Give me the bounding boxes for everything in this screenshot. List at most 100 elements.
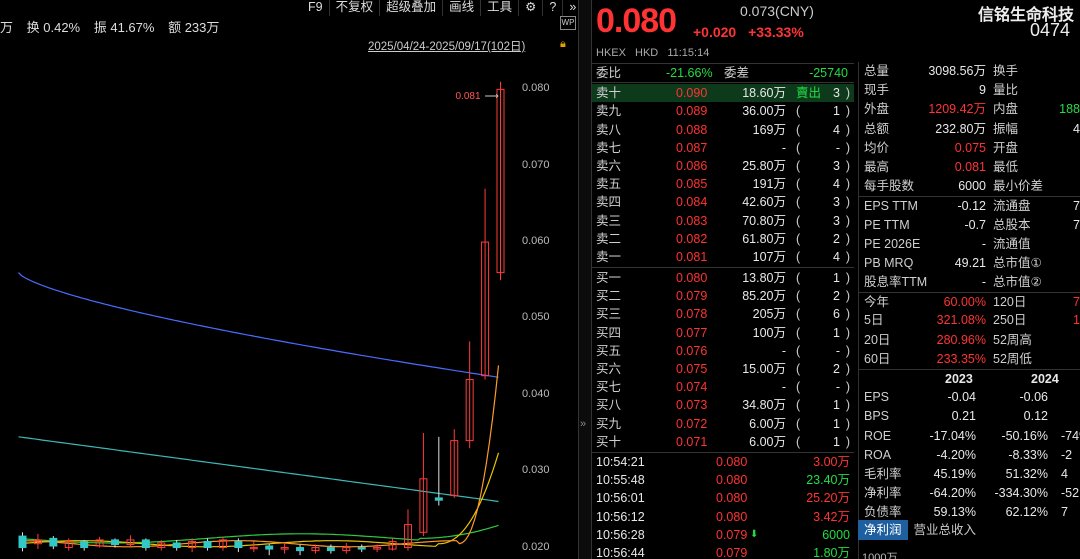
chart-stats-bar: 万 换 0.42% 振 41.67% 额 233万 (0, 17, 300, 35)
trade-row: 10:55:48 0.080 23.40万 (592, 471, 854, 489)
bid-level[interactable]: 买七 0.074-(-) (592, 378, 854, 396)
y-tick-label: 0.070 (522, 158, 550, 171)
lock-icon[interactable]: 🔒︎ (560, 38, 566, 51)
f9-button[interactable]: F9 (302, 0, 329, 16)
fin-label: 净利率 (864, 486, 902, 501)
bid-level[interactable]: 买六 0.075 15.00万 (2) (592, 360, 854, 378)
exchange: HKEX (596, 47, 626, 59)
candle (95, 536, 104, 548)
stat-row: EPS TTM -0.12 流通盘 7 (859, 196, 1080, 215)
ask-level[interactable]: 卖九 0.089 36.00万 (1) (592, 102, 854, 120)
bid-level[interactable]: 买三 0.078 205万 (6) (592, 305, 854, 323)
level-label: 买十 (596, 434, 622, 449)
candle (450, 429, 459, 498)
stat-row: 均价 0.075 开盘 (859, 139, 1080, 158)
ask-level[interactable]: 卖五 0.085 191万 (4) (592, 175, 854, 193)
fin-label: BPS (864, 409, 890, 424)
draw-button[interactable]: 画线 (442, 0, 480, 16)
stat-row: 每手股数 6000 最小价差 (859, 177, 1080, 196)
level-volume: 42.60万 (742, 195, 786, 210)
fin-row: ROA -4.20% -8.33% -2 (859, 446, 1080, 465)
level-volume: 36.00万 (742, 104, 786, 119)
level-label: 卖五 (596, 177, 622, 192)
level-count: 4 (833, 177, 840, 192)
stat-amount: 额 233万 (168, 20, 220, 35)
fin-tabs: 净利润 营业总收入 (858, 520, 982, 540)
trade-price: 0.080 (716, 491, 748, 506)
level-volume: 61.80万 (742, 231, 786, 246)
ask-level[interactable]: 卖一 0.081 107万 (4) (592, 248, 854, 266)
level-price: 0.086 (676, 158, 708, 173)
level-count: 3 (833, 213, 840, 228)
ask-level[interactable]: 卖四 0.084 42.60万 (3) (592, 193, 854, 211)
help-icon[interactable]: ? (542, 0, 562, 16)
tab-revenue[interactable]: 营业总收入 (908, 520, 983, 540)
level-tag: ( (796, 249, 801, 264)
ask-level[interactable]: 卖十 0.090 18.60万 賣出 3) (592, 84, 854, 103)
level-price: 0.079 (676, 289, 708, 304)
ask-level[interactable]: 卖三 0.083 70.80万 (3) (592, 212, 854, 230)
bid-level[interactable]: 买四 0.077 100万 (1) (592, 324, 854, 342)
price-change: +0.020 +33.33% (693, 24, 812, 40)
level-volume: 169万 (752, 122, 786, 137)
level-label: 买六 (596, 362, 622, 376)
stat-value-2: 7 (1073, 295, 1080, 310)
level-volume: 205万 (752, 307, 786, 322)
fin-year-2023: 2023 (945, 372, 973, 386)
no-adjust-button[interactable]: 不复权 (328, 0, 380, 16)
y-tick-label: 0.080 (522, 82, 550, 95)
date-range[interactable]: 2025/04/24-2025/09/17(102日) (368, 38, 525, 54)
trade-price: 0.080 (716, 455, 748, 469)
collapse-arrow-icon[interactable]: » (580, 418, 586, 430)
candle (465, 341, 474, 449)
trade-time: 10:56:12 (596, 509, 645, 524)
level-volume: 70.80万 (742, 213, 786, 228)
level-close-paren: ) (845, 380, 850, 395)
level-label: 卖一 (596, 249, 622, 264)
level-count: 1 (833, 271, 840, 286)
y-tick-label: 0.020 (522, 540, 550, 553)
level-close-paren: ) (845, 195, 850, 210)
fin-2024: -50.16% (1001, 428, 1048, 443)
stat-value: 60.00% (943, 295, 986, 310)
stat-label-2: 量比 (993, 83, 1019, 98)
level-tag: ( (796, 362, 801, 376)
level-close-paren: ) (845, 213, 850, 228)
level-volume: 107万 (752, 249, 786, 264)
tools-button[interactable]: 工具 (480, 0, 518, 16)
level-count: 4 (833, 122, 840, 137)
stat-label-2: 换手 (993, 64, 1019, 78)
level-close-paren: ) (845, 249, 850, 264)
stat-row: 股息率TTM - 总市值② (859, 273, 1080, 292)
ask-level[interactable]: 卖七 0.087-(-) (592, 139, 854, 157)
fin-row: EPS -0.04 -0.06 (859, 388, 1080, 407)
stat-row: 现手 9 量比 (859, 81, 1080, 100)
level-volume: 100万 (752, 325, 786, 340)
stat-value-2: 7 (1073, 199, 1080, 214)
bid-level[interactable]: 买一 0.080 13.80万 (1) (592, 269, 854, 287)
bid-level[interactable]: 买八 0.073 34.80万 (1) (592, 396, 854, 414)
ask-level[interactable]: 卖六 0.086 25.80万 (3) (592, 157, 854, 175)
prev-close: 0.073(CNY) (740, 3, 814, 19)
stat-label-2: 开盘 (993, 140, 1019, 155)
stat-value-2: 4 (1073, 121, 1080, 136)
stat-value: 6000 (958, 179, 986, 194)
stat-label-2: 最低 (993, 159, 1019, 174)
gear-icon[interactable]: ⚙ (518, 0, 542, 16)
ask-level[interactable]: 卖八 0.088 169万 (4) (592, 121, 854, 139)
fin-2023: -4.20% (936, 447, 976, 462)
trade-time: 10:54:21 (596, 455, 645, 469)
overlay-button[interactable]: 超级叠加 (379, 0, 442, 16)
kline-chart[interactable]: 0.081 ⟶ (0, 55, 557, 559)
bid-level[interactable]: 买五 0.076-(-) (592, 342, 854, 360)
level-close-paren: ) (845, 177, 850, 192)
trade-row: 10:54:21 0.080 3.00万 (592, 453, 854, 471)
down-arrow-icon: ⬇ (750, 528, 759, 540)
tab-net-profit[interactable]: 净利润 (858, 520, 908, 540)
wp-icon[interactable]: WP (560, 16, 576, 30)
bid-level[interactable]: 买十 0.071 6.00万 (1) (592, 433, 854, 451)
ask-level[interactable]: 卖二 0.082 61.80万 (2) (592, 230, 854, 248)
bid-level[interactable]: 买九 0.072 6.00万 (1) (592, 415, 854, 433)
trade-time: 10:55:48 (596, 473, 645, 488)
bid-level[interactable]: 买二 0.079 85.20万 (2) (592, 287, 854, 305)
